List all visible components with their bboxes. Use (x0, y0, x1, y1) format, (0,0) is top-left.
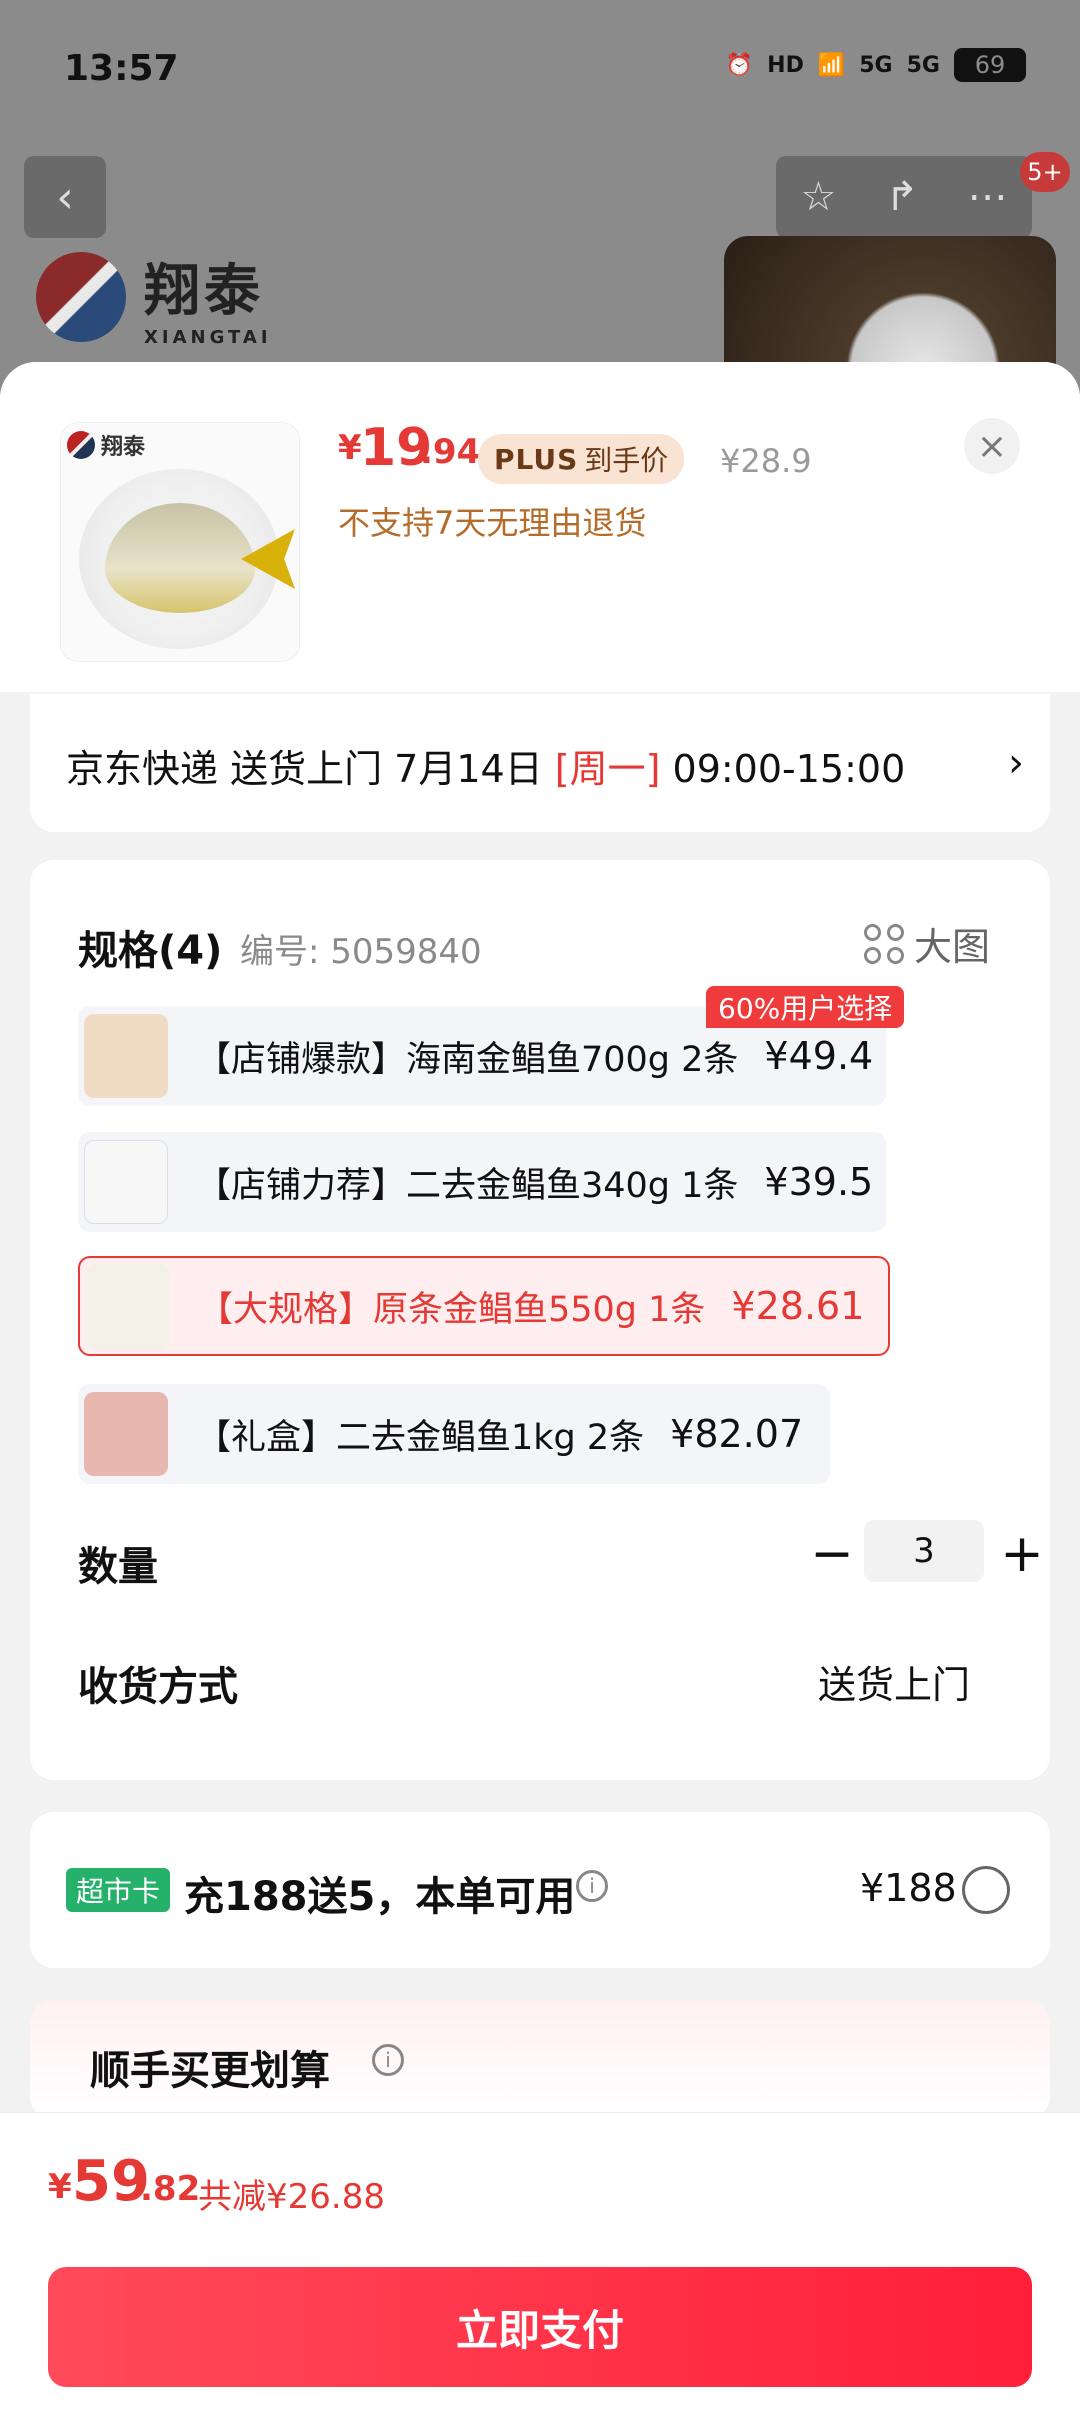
increase-quantity-button[interactable]: + (992, 1524, 1052, 1584)
status-bar: 13:57 ⏰ HD 📶 5G 5G 69 (0, 0, 1080, 140)
grid-icon (864, 923, 904, 964)
brand-name-cn: 翔泰 (144, 259, 264, 324)
share-icon[interactable]: ↱ (885, 174, 919, 220)
supermarket-card-offer[interactable]: 超市卡 充188送5，本单可用 i ¥188 (30, 1812, 1050, 1968)
option-price: ¥28.61 (731, 1284, 865, 1328)
option-price: ¥49.4 (764, 1034, 874, 1078)
delivery-time: 09:00-15:00 (660, 747, 906, 791)
plus-price-tag: PLUS 到手价 (478, 434, 685, 484)
battery-icon: 69 (954, 48, 1026, 82)
option-label: 【大规格】原条金鲳鱼550g 1条 (198, 1289, 706, 1330)
info-icon[interactable]: i (372, 2044, 404, 2076)
signal-5g-icon-2: 5G (906, 52, 940, 78)
chevron-left-icon: ‹ (56, 171, 74, 223)
price-decimal: .94 (420, 432, 481, 472)
price-currency: ¥ (338, 428, 362, 468)
spec-title: 规格(4) (78, 928, 223, 974)
status-time: 13:57 (64, 48, 179, 89)
shipping-method-row[interactable]: 收货方式 送货上门 (78, 1640, 1018, 1710)
spec-option-2-selected[interactable]: 【大规格】原条金鲳鱼550g 1条 ¥28.61 (78, 1256, 890, 1356)
delivery-day: [周一] (554, 747, 661, 791)
wifi-icon: 📶 (817, 52, 846, 78)
option-thumbnail (84, 1392, 168, 1476)
quantity-row: 数量 − 3 + (78, 1520, 1044, 1590)
return-policy: 不支持7天无理由退货 (338, 504, 647, 542)
quantity-label: 数量 (78, 1544, 158, 1590)
add-on-title: 顺手买更划算 (90, 2048, 330, 2094)
spec-card: 规格(4) 编号: 5059840 大图 【店铺爆款】海南金鲳鱼700g 2条 … (30, 860, 1050, 1780)
option-thumbnail (86, 1264, 170, 1348)
option-label: 【礼盒】二去金鲳鱼1kg 2条 (196, 1417, 645, 1458)
plus-label: PLUS (494, 442, 579, 476)
thumb-brand: 翔泰 (67, 429, 145, 461)
spec-option-3[interactable]: 【礼盒】二去金鲳鱼1kg 2条 ¥82.07 (78, 1384, 830, 1484)
option-label: 【店铺力荐】二去金鲳鱼340g 1条 (196, 1165, 739, 1206)
brand-logo-icon (36, 252, 126, 342)
alarm-icon: ⏰ (725, 52, 754, 78)
total-decimal: .82 (140, 2169, 201, 2209)
brand-logo-icon (67, 431, 95, 459)
card-offer-price: ¥188 (860, 1866, 957, 1910)
option-label: 【店铺爆款】海南金鲳鱼700g 2条 (196, 1039, 739, 1080)
info-icon[interactable]: i (576, 1870, 608, 1902)
delivery-card[interactable]: 京东快递 送货上门 7月14日 [周一] 09:00-15:00 › (30, 694, 1050, 832)
sheet-header: 翔泰 ¥ 19 .94 PLUS 到手价 ¥28.9 不支持7天无理由退货 × (0, 362, 1080, 692)
card-offer-text: 充188送5，本单可用 (184, 1874, 576, 1920)
decrease-quantity-button[interactable]: − (802, 1524, 862, 1584)
notification-badge: 5+ (1020, 152, 1070, 192)
option-thumbnail (84, 1140, 168, 1224)
option-price: ¥39.5 (764, 1160, 874, 1204)
big-image-button[interactable]: 大图 (864, 916, 990, 971)
close-icon: × (976, 425, 1008, 467)
spec-code: 编号: 5059840 (240, 932, 482, 972)
hd-icon: HD (767, 52, 804, 78)
total-integer: 59 (72, 2149, 150, 2214)
option-thumbnail (84, 1014, 168, 1098)
original-price: ¥28.9 (720, 442, 812, 480)
card-offer-radio[interactable] (962, 1866, 1010, 1914)
top-actions: ☆ ↱ ⋯ (776, 156, 1032, 238)
app-root: 13:57 ⏰ HD 📶 5G 5G 69 ‹ ☆ ↱ ⋯ 5+ 翔泰 XIAN… (0, 0, 1080, 2412)
more-icon[interactable]: ⋯ (968, 174, 1008, 220)
status-icons: ⏰ HD 📶 5G 5G 69 (726, 48, 1026, 82)
close-button[interactable]: × (964, 418, 1020, 474)
total-currency: ¥ (48, 2167, 72, 2207)
checkout-footer: ¥ 59 .82 共减¥26.88 立即支付 (0, 2112, 1080, 2412)
signal-5g-icon: 5G (859, 52, 893, 78)
pay-now-button[interactable]: 立即支付 (48, 2267, 1032, 2387)
brand-name-en: XIANGTAI (144, 327, 272, 348)
favorite-star-icon[interactable]: ☆ (800, 174, 836, 220)
option-price: ¥82.07 (670, 1412, 804, 1456)
product-thumbnail[interactable]: 翔泰 (60, 422, 300, 662)
quantity-value[interactable]: 3 (864, 1520, 984, 1582)
brand-logo: 翔泰 XIANGTAI (36, 246, 272, 348)
delivery-text-before: 京东快递 送货上门 7月14日 (66, 747, 555, 791)
plus-suffix: 到手价 (584, 444, 669, 477)
thumb-brand-text: 翔泰 (101, 435, 146, 460)
back-button[interactable]: ‹ (24, 156, 106, 238)
popular-choice-tag: 60%用户选择 (706, 986, 905, 1028)
shipping-value: 送货上门 (818, 1663, 971, 1707)
spec-option-1[interactable]: 【店铺力荐】二去金鲳鱼340g 1条 ¥39.5 (78, 1132, 886, 1232)
purchase-sheet: 翔泰 ¥ 19 .94 PLUS 到手价 ¥28.9 不支持7天无理由退货 × … (0, 362, 1080, 2412)
big-image-label: 大图 (914, 925, 991, 969)
add-on-section: 顺手买更划算 i (30, 2000, 1050, 2120)
total-savings: 共减¥26.88 (198, 2177, 385, 2217)
supermarket-card-tag: 超市卡 (66, 1868, 171, 1912)
delivery-info: 京东快递 送货上门 7月14日 [周一] 09:00-15:00 (66, 738, 905, 793)
chevron-right-icon: › (1008, 740, 1024, 786)
brand-logo-text: 翔泰 XIANGTAI (144, 246, 272, 348)
shipping-label: 收货方式 (78, 1664, 238, 1710)
